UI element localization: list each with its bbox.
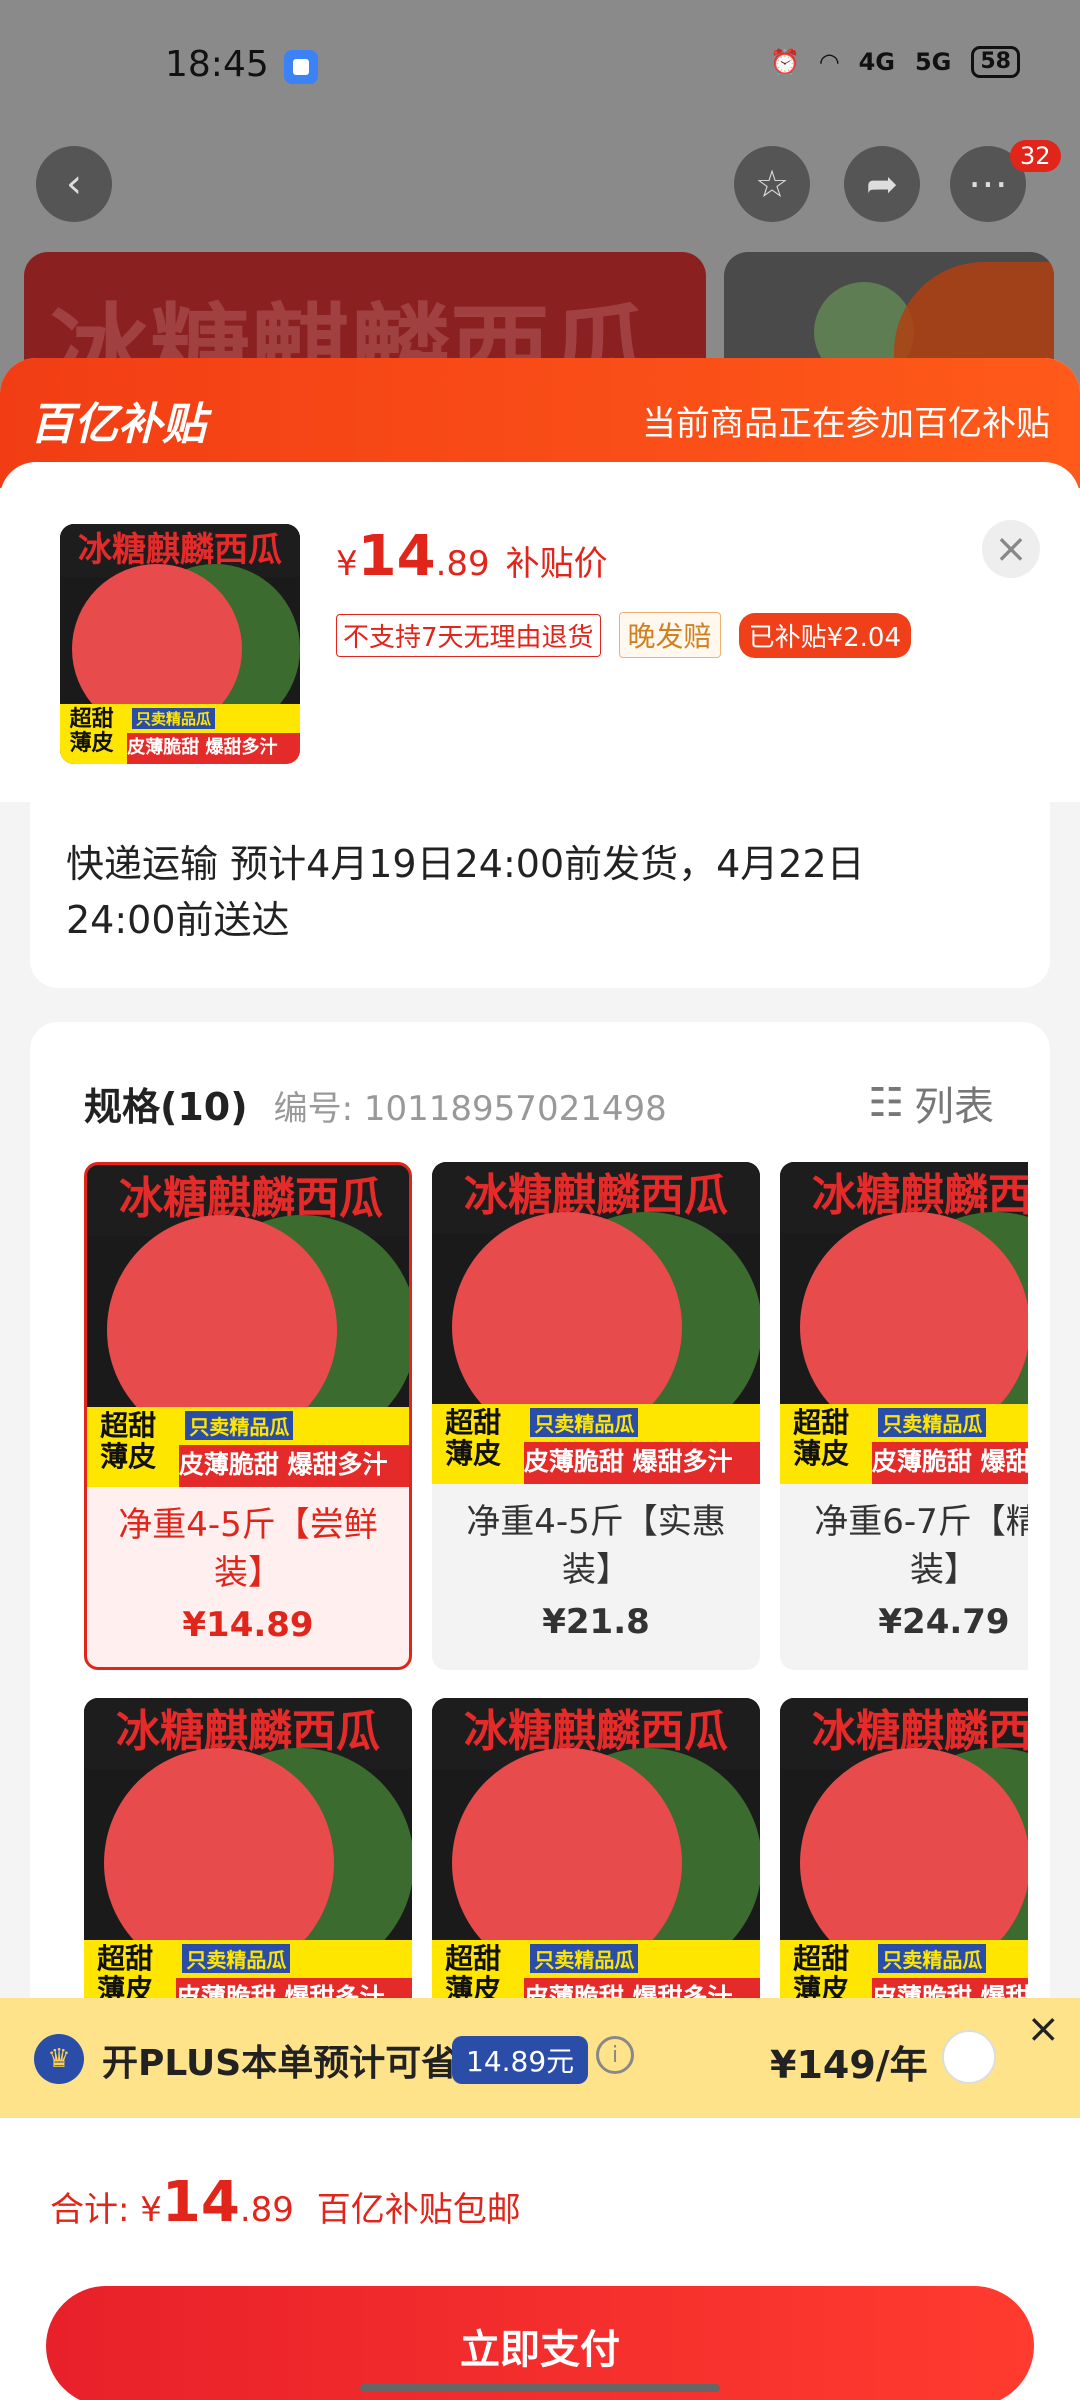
- thumb-top-tag: 只卖精品瓜: [132, 707, 216, 729]
- plus-promo-text: 开PLUS本单预计可省: [102, 2043, 458, 2084]
- wifi-icon: ◠: [820, 48, 839, 76]
- star-icon: ☆: [754, 162, 790, 206]
- product-code: 编号: 10118957021498: [273, 1089, 667, 1129]
- subsidy-amount-tag: 已补贴¥2.04: [738, 612, 911, 658]
- back-button[interactable]: ‹: [36, 146, 112, 222]
- close-icon: ×: [994, 526, 1028, 572]
- shipping-info: 快递运输 预计4月19日24:00前发货，4月22日24:00前送达: [30, 798, 1050, 988]
- list-label: 列表: [914, 1084, 994, 1130]
- shipping-note: 百亿补贴包邮: [316, 2190, 521, 2230]
- spec-option-image: 冰糖麒麟西瓜 超甜薄皮 只卖精品瓜 皮薄脆甜 爆甜多汁: [432, 1162, 760, 1484]
- pay-now-button[interactable]: 立即支付: [46, 2286, 1034, 2400]
- spec-option-name: 净重4-5斤【实惠装】: [466, 1502, 726, 1590]
- close-button[interactable]: ×: [982, 520, 1040, 578]
- spec-option-price: ¥14.89: [182, 1605, 314, 1645]
- checkout-footer: 合计: ¥14.89 百亿补贴包邮 立即支付: [0, 2118, 1080, 2400]
- price-label: 补贴价: [505, 544, 608, 584]
- plus-promo-bar[interactable]: ♛ 开PLUS本单预计可省 14.89元 i ¥149/年 ×: [0, 1998, 1080, 2118]
- home-indicator[interactable]: [360, 2384, 720, 2392]
- spec-header: 规格(10) 编号: 10118957021498: [84, 1076, 667, 1131]
- total-label: 合计:: [50, 2190, 141, 2230]
- spec-option[interactable]: 冰糖麒麟西瓜 超甜 薄皮 只卖精品瓜 皮薄脆甜 爆甜多汁 净重4-5斤【实惠装】 …: [432, 1162, 760, 1670]
- product-price: ¥14.89 补贴价: [336, 524, 608, 589]
- status-bar: 18:45 ⏰ ◠ 4G 5G 58: [0, 0, 1080, 130]
- spec-option[interactable]: 冰糖麒麟西瓜 超甜薄皮 只卖精品瓜 皮薄脆甜 爆甜多汁 净重6-7斤【精选装】 …: [780, 1162, 1028, 1670]
- share-icon: ➦: [866, 162, 898, 206]
- thumb-bottom-text: 皮薄脆甜 爆甜多汁: [127, 732, 300, 764]
- more-icon: ⋯: [968, 161, 1008, 207]
- app-notification-icon: [284, 50, 318, 84]
- spec-option-price: ¥24.79: [878, 1602, 1010, 1642]
- signal-4g-icon: 4G: [858, 48, 895, 76]
- alarm-icon: ⏰: [770, 48, 801, 76]
- status-time: 18:45: [165, 44, 269, 85]
- no-return-tag: 不支持7天无理由退货: [336, 613, 601, 657]
- subsidy-notice: 当前商品正在参加百亿补贴: [642, 404, 1050, 444]
- shipping-text: 快递运输 预计4月19日24:00前发货，4月22日24:00前送达: [66, 842, 865, 942]
- list-view-button[interactable]: ☷ 列表: [868, 1074, 994, 1132]
- product-tags: 不支持7天无理由退货 晚发赔 已补贴¥2.04: [336, 612, 911, 658]
- total-price: 合计: ¥14.89 百亿补贴包邮: [50, 2170, 521, 2235]
- crown-icon: ♛: [34, 2034, 84, 2084]
- plus-saving-pill: 14.89元: [452, 2036, 589, 2084]
- spec-option-name: 净重4-5斤【尝鲜装】: [118, 1505, 378, 1593]
- status-icons: ⏰ ◠ 4G 5G 58: [770, 46, 1020, 78]
- product-card: 冰糖麒麟西瓜 超甜 薄皮 只卖精品瓜 皮薄脆甜 爆甜多汁 ¥14.89 补贴价 不支…: [0, 462, 1080, 802]
- subsidy-logo: 百亿补贴: [30, 399, 206, 450]
- signal-5g-icon: 5G: [914, 48, 952, 76]
- thumb-left-text: 超甜 薄皮: [69, 706, 114, 756]
- spec-option-image: 冰糖麒麟西瓜 超甜薄皮 只卖精品瓜 皮薄脆甜 爆甜多汁: [432, 1698, 760, 2020]
- product-thumbnail: 冰糖麒麟西瓜 超甜 薄皮 只卖精品瓜 皮薄脆甜 爆甜多汁: [60, 524, 300, 764]
- late-compensation-tag: 晚发赔: [618, 612, 721, 658]
- list-icon: ☷: [868, 1080, 904, 1126]
- spec-option-image: 冰糖麒麟西瓜 超甜薄皮 只卖精品瓜 皮薄脆甜 爆甜多汁: [87, 1165, 409, 1487]
- checkout-sheet: 百亿补贴 当前商品正在参加百亿补贴 冰糖麒麟西瓜 超甜 薄皮 只卖精品瓜 皮薄脆甜…: [0, 358, 1080, 2400]
- message-badge: 32: [1010, 140, 1061, 172]
- spec-option-image: 冰糖麒麟西瓜 超甜薄皮 只卖精品瓜 皮薄脆甜 爆甜多汁: [84, 1698, 412, 2020]
- spec-option[interactable]: 冰糖麒麟西瓜 超甜 薄皮 只卖精品瓜 皮薄脆甜 爆甜多汁 净重4-5斤【尝鲜装】 …: [84, 1162, 412, 1670]
- battery-icon: 58: [971, 46, 1020, 78]
- share-button[interactable]: ➦: [844, 146, 920, 222]
- plus-radio[interactable]: [942, 2030, 996, 2084]
- spec-option-image: 冰糖麒麟西瓜 超甜薄皮 只卖精品瓜 皮薄脆甜 爆甜多汁: [780, 1162, 1028, 1484]
- favorite-button[interactable]: ☆: [734, 146, 810, 222]
- spec-option-name: 净重6-7斤【精选装】: [814, 1502, 1028, 1590]
- spec-option-price: ¥21.8: [542, 1602, 650, 1642]
- plus-price: ¥149/年: [770, 2043, 928, 2087]
- chevron-left-icon: ‹: [66, 161, 82, 207]
- plus-close-icon[interactable]: ×: [1026, 2006, 1060, 2052]
- spec-title: 规格(10): [84, 1085, 248, 1129]
- info-icon[interactable]: i: [596, 2036, 634, 2074]
- spec-option-image: 冰糖麒麟西瓜 超甜薄皮 只卖精品瓜 皮薄脆甜 爆甜多汁: [780, 1698, 1028, 2020]
